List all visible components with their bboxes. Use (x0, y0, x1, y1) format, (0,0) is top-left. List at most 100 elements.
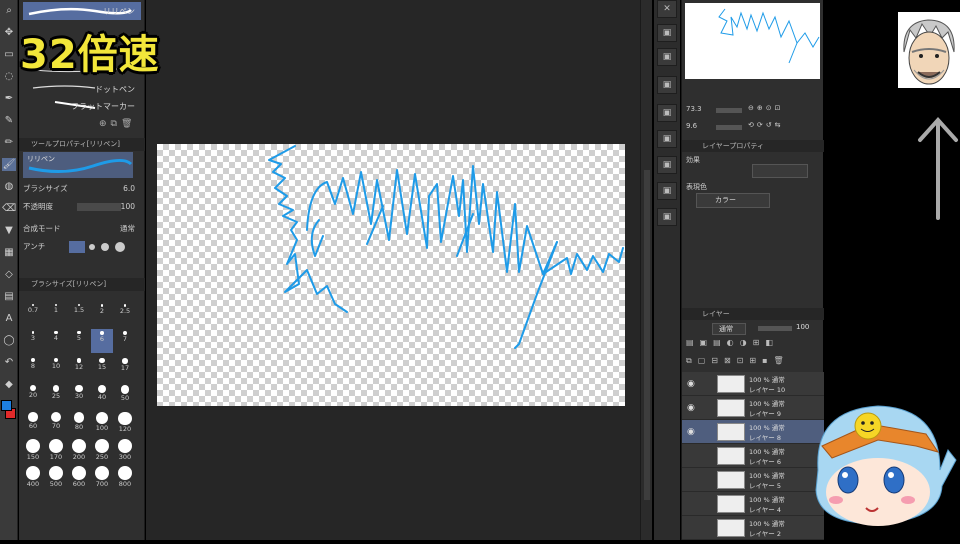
panel-icon[interactable]: ▣ (657, 130, 677, 148)
brush-size-option[interactable]: 2 (91, 302, 113, 326)
pencil-icon[interactable]: ✏ (2, 136, 16, 149)
brush-size-option[interactable]: 600 (68, 464, 90, 488)
brush-size-option[interactable]: 50 (114, 383, 136, 407)
navigator-rotate-row[interactable]: 9.6 ⟲⟳↺⇆ (686, 121, 820, 134)
brush-size-option[interactable]: 70 (45, 410, 67, 434)
angle-value[interactable]: 9.6 (686, 122, 697, 130)
drawing-canvas[interactable] (157, 144, 625, 406)
opacity-row[interactable]: 不透明度 100 (23, 200, 141, 214)
brush-size-option[interactable]: 10 (45, 356, 67, 380)
brush-size-option[interactable]: 6 (91, 329, 113, 353)
panel-icon[interactable]: ▣ (657, 104, 677, 122)
eyedropper-icon[interactable]: ✒ (2, 92, 16, 105)
navigator-zoom-row[interactable]: 73.3 ⊖⊕⊙⊡ (686, 104, 820, 117)
prop-value[interactable]: 通常 (120, 222, 135, 236)
brush-size-option[interactable]: 17 (114, 356, 136, 380)
display-color-select[interactable]: カラー (696, 193, 770, 208)
correct-icon[interactable]: ↶ (2, 356, 16, 369)
brush-size-option[interactable]: 60 (22, 410, 44, 434)
opacity-slider[interactable] (758, 326, 792, 331)
brush-size-option[interactable]: 2.5 (114, 302, 136, 326)
brush-size-option[interactable]: 200 (68, 437, 90, 461)
layer-row[interactable]: 100 % 通常 レイヤー 5 (682, 468, 824, 492)
brush-size-option[interactable]: 80 (68, 410, 90, 434)
brush-item-0[interactable]: リリペン (23, 2, 141, 20)
figure-icon[interactable]: ◇ (2, 268, 16, 281)
brush-size-option[interactable]: 4 (45, 329, 67, 353)
lasso-icon[interactable]: ◌ (2, 70, 16, 83)
brush-size-option[interactable]: 400 (22, 464, 44, 488)
panel-icon[interactable]: ▣ (657, 24, 677, 42)
brush-size-option[interactable]: 100 (91, 410, 113, 434)
text-icon[interactable]: A (2, 312, 16, 325)
panel-icon[interactable]: ▣ (657, 208, 677, 226)
brush-size-option[interactable]: 170 (45, 437, 67, 461)
brush-size-option[interactable]: 500 (45, 464, 67, 488)
blend-mode-select[interactable]: 通常 (712, 323, 746, 335)
layer-row[interactable]: ◉ 100 % 通常 レイヤー 10 (682, 372, 824, 396)
layer-toolbar-row-2[interactable]: ⧉▢⊟⊠⊡⊞▪🗑 (686, 356, 820, 370)
brush-size-option[interactable]: 12 (68, 356, 90, 380)
layer-row[interactable]: 100 % 通常 レイヤー 6 (682, 444, 824, 468)
zoom-icon[interactable]: ⌕ (2, 4, 16, 17)
canvas-vertical-scrollbar[interactable] (640, 0, 652, 540)
brush-icon[interactable]: 🖌 (2, 158, 16, 171)
close-icon[interactable]: ✕ (657, 0, 677, 18)
scroll-thumb[interactable] (644, 170, 650, 500)
layer-row[interactable]: ◉ 100 % 通常 レイヤー 8 (682, 420, 824, 444)
brush-size-option[interactable]: 40 (91, 383, 113, 407)
panel-icon[interactable]: ▣ (657, 76, 677, 94)
zoom-value[interactable]: 73.3 (686, 105, 702, 113)
brush-size-option[interactable]: 120 (114, 410, 136, 434)
layer-row[interactable]: ◉ 100 % 通常 レイヤー 9 (682, 396, 824, 420)
prop-value[interactable]: 6.0 (123, 182, 135, 196)
prop-value[interactable]: 100 (121, 200, 135, 214)
brush-size-option[interactable]: 20 (22, 383, 44, 407)
brush-size-option[interactable]: 800 (114, 464, 136, 488)
panel-icon[interactable]: ▣ (657, 156, 677, 174)
pen-icon[interactable]: ✎ (2, 114, 16, 127)
brush-item-2[interactable]: ドットペン (23, 80, 141, 98)
brush-size-option[interactable]: 15 (91, 356, 113, 380)
eye-icon[interactable]: ◉ (687, 379, 695, 389)
color-icon[interactable]: ◆ (2, 378, 16, 391)
brush-size-option[interactable]: 25 (45, 383, 67, 407)
blend-mode-row[interactable]: 合成モード 通常 (23, 222, 141, 236)
panel-icon[interactable]: ▣ (657, 48, 677, 66)
balloon-icon[interactable]: ◯ (2, 334, 16, 347)
brush-size-option[interactable]: 300 (114, 437, 136, 461)
layer-row[interactable]: 100 % 通常 レイヤー 2 (682, 516, 824, 540)
zoom-buttons[interactable]: ⊖⊕⊙⊡ (748, 104, 783, 112)
eye-icon[interactable]: ◉ (687, 403, 695, 413)
effect-buttons[interactable] (752, 164, 808, 178)
eraser-icon[interactable]: ⌫ (2, 202, 16, 215)
layer-toolbar-row-1[interactable]: ▤▣▤◐◑⊞◧ (686, 338, 820, 352)
select-icon[interactable]: ▭ (2, 48, 16, 61)
brush-size-option[interactable]: 0.7 (22, 302, 44, 326)
navigator-preview[interactable] (685, 3, 820, 79)
brush-size-option[interactable]: 3 (22, 329, 44, 353)
layer-row[interactable]: 100 % 通常 レイヤー 4 (682, 492, 824, 516)
airbrush-icon[interactable]: ◍ (2, 180, 16, 193)
brush-size-row[interactable]: ブラシサイズ 6.0 (23, 182, 141, 196)
brush-size-option[interactable]: 700 (91, 464, 113, 488)
antialias-row[interactable]: アンチ (23, 240, 141, 254)
brush-size-option[interactable]: 1.5 (68, 302, 90, 326)
gradient-icon[interactable]: ▦ (2, 246, 16, 259)
layer-opacity-value[interactable]: 100 (796, 323, 809, 331)
rotate-buttons[interactable]: ⟲⟳↺⇆ (748, 121, 783, 129)
subtool-actions[interactable]: ⊕⧉🗑 (99, 119, 136, 129)
layer-blend-row[interactable]: 通常 100 (686, 322, 820, 336)
move-icon[interactable]: ✥ (2, 26, 16, 39)
brush-item-3[interactable]: フラットマーカー (23, 97, 141, 115)
brush-size-option[interactable]: 250 (91, 437, 113, 461)
brush-size-option[interactable]: 150 (22, 437, 44, 461)
brush-size-option[interactable]: 1 (45, 302, 67, 326)
brush-size-option[interactable]: 7 (114, 329, 136, 353)
fill-icon[interactable]: ▼ (2, 224, 16, 237)
main-color-swatch[interactable] (1, 400, 12, 411)
opacity-slider[interactable] (77, 203, 121, 211)
brush-size-option[interactable]: 8 (22, 356, 44, 380)
eye-icon[interactable]: ◉ (687, 427, 695, 437)
frame-icon[interactable]: ▤ (2, 290, 16, 303)
